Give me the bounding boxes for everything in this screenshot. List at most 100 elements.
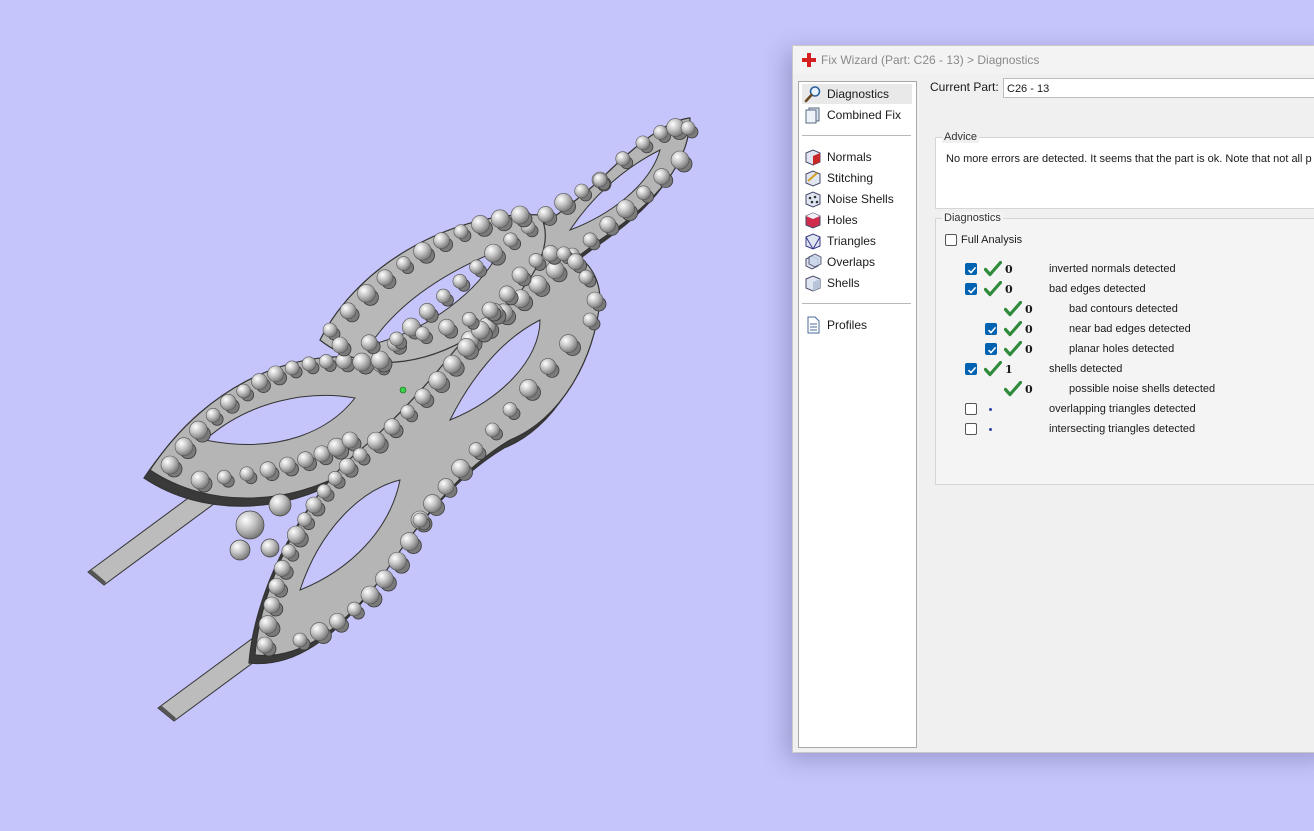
- title-bar[interactable]: Fix Wizard (Part: C26 - 13) > Diagnostic…: [793, 46, 1314, 74]
- diagnostic-checkbox[interactable]: [965, 363, 977, 375]
- diagnostic-row: overlapping triangles detected: [936, 401, 1314, 417]
- bead: [229, 539, 251, 561]
- diagnostic-label: bad edges detected: [1049, 283, 1146, 295]
- green-check-icon: [984, 281, 1002, 297]
- nav-item-diagnostics[interactable]: Diagnostics: [802, 84, 912, 104]
- bead: [189, 420, 208, 440]
- bead: [251, 373, 268, 390]
- nav-item-label: Triangles: [827, 234, 876, 248]
- nav-item-combined-fix[interactable]: Combined Fix: [802, 105, 912, 125]
- bead: [438, 318, 455, 336]
- bead: [554, 193, 573, 212]
- diagnostic-checkbox[interactable]: [985, 323, 997, 335]
- diagnostic-count: 0: [1025, 323, 1033, 336]
- diagnostic-row: 0 planar holes detected: [936, 341, 1314, 357]
- bead: [357, 284, 376, 303]
- bead: [511, 266, 529, 284]
- bead: [400, 404, 415, 420]
- nav-item-label: Combined Fix: [827, 108, 902, 122]
- bead: [457, 338, 476, 357]
- bead: [310, 622, 329, 641]
- bead: [592, 172, 608, 188]
- bead: [653, 125, 668, 140]
- jewelry-mesh-model[interactable]: [0, 0, 790, 831]
- bead: [436, 288, 451, 304]
- bead: [539, 358, 557, 375]
- bead: [216, 469, 232, 485]
- bead: [297, 451, 314, 468]
- diagnostic-count: 0: [1005, 283, 1013, 296]
- bead: [400, 532, 419, 551]
- bead: [599, 216, 617, 233]
- diagnostic-checkbox[interactable]: [965, 263, 977, 275]
- bead: [635, 135, 651, 151]
- diagnostic-count: 0: [1025, 383, 1033, 396]
- bead: [502, 402, 518, 417]
- bead: [485, 422, 500, 438]
- diagnostic-checkbox[interactable]: [965, 423, 977, 435]
- diagnostic-checkbox[interactable]: [985, 343, 997, 355]
- bead: [453, 224, 469, 239]
- bead: [510, 205, 530, 225]
- diagnostics-group: Diagnostics Full Analysis 0 inverted norm…: [935, 212, 1314, 485]
- bead: [281, 543, 297, 559]
- diagnostic-row: 0 bad contours detected: [936, 301, 1314, 317]
- bead: [559, 334, 578, 353]
- nav-item-holes[interactable]: Holes: [802, 210, 912, 230]
- bead: [273, 560, 291, 577]
- green-check-icon: [1004, 321, 1022, 337]
- diagnostic-label: intersecting triangles detected: [1049, 423, 1196, 435]
- red-cross-icon: [802, 53, 816, 67]
- bead: [542, 245, 559, 262]
- bead: [236, 383, 251, 399]
- nav-separator: [802, 303, 911, 304]
- 3d-viewport[interactable]: [0, 0, 790, 831]
- diagnostic-row: 0 bad edges detected: [936, 281, 1314, 297]
- diagnostic-checkbox[interactable]: [965, 283, 977, 295]
- current-part-field[interactable]: C26 - 13: [1003, 78, 1314, 98]
- bead: [360, 334, 378, 351]
- triangles-icon: [805, 233, 821, 250]
- bead: [680, 120, 696, 136]
- bead: [305, 496, 323, 514]
- magnifier-icon: [804, 86, 821, 103]
- nav-item-triangles[interactable]: Triangles: [802, 231, 912, 251]
- bead: [616, 199, 635, 219]
- bead: [341, 431, 359, 449]
- checkbox-box[interactable]: [945, 234, 957, 246]
- nav-item-label: Normals: [827, 150, 872, 164]
- nav-item-noise-shells[interactable]: Noise Shells: [802, 189, 912, 209]
- bead: [297, 512, 312, 527]
- bead: [347, 601, 362, 617]
- bead: [413, 241, 432, 261]
- bead: [331, 336, 349, 354]
- bead: [468, 442, 484, 457]
- bead: [437, 478, 455, 495]
- bead: [574, 183, 589, 199]
- nav-item-label: Noise Shells: [827, 192, 894, 206]
- diagnostic-label: overlapping triangles detected: [1049, 403, 1196, 415]
- bead: [615, 151, 631, 167]
- diagnostic-label: shells detected: [1049, 363, 1123, 375]
- bead: [383, 418, 401, 436]
- diagnostic-count: 0: [1005, 263, 1013, 276]
- bead: [414, 388, 432, 405]
- bead: [586, 291, 604, 309]
- pending-dot-icon: [989, 408, 992, 411]
- bead: [503, 232, 518, 248]
- bead: [338, 457, 356, 475]
- nav-item-shells[interactable]: Shells: [802, 273, 912, 293]
- diagnostic-row: 1 shells detected: [936, 361, 1314, 377]
- nav-item-normals[interactable]: Normals: [802, 147, 912, 167]
- nav-item-profiles[interactable]: Profiles: [802, 315, 912, 335]
- bead: [519, 379, 538, 398]
- nav-item-overlaps[interactable]: Overlaps: [802, 252, 912, 272]
- nav-item-label: Profiles: [827, 318, 868, 332]
- window-title: Fix Wizard (Part: C26 - 13) > Diagnostic…: [821, 53, 1040, 67]
- bead: [389, 331, 404, 347]
- bead: [268, 493, 292, 517]
- diagnostic-count: 1: [1005, 363, 1013, 376]
- nav-item-stitching[interactable]: Stitching: [802, 168, 912, 188]
- diagnostic-checkbox[interactable]: [965, 403, 977, 415]
- wizard-main-panel: Current Part: C26 - 13 Advice No more er…: [925, 76, 1314, 736]
